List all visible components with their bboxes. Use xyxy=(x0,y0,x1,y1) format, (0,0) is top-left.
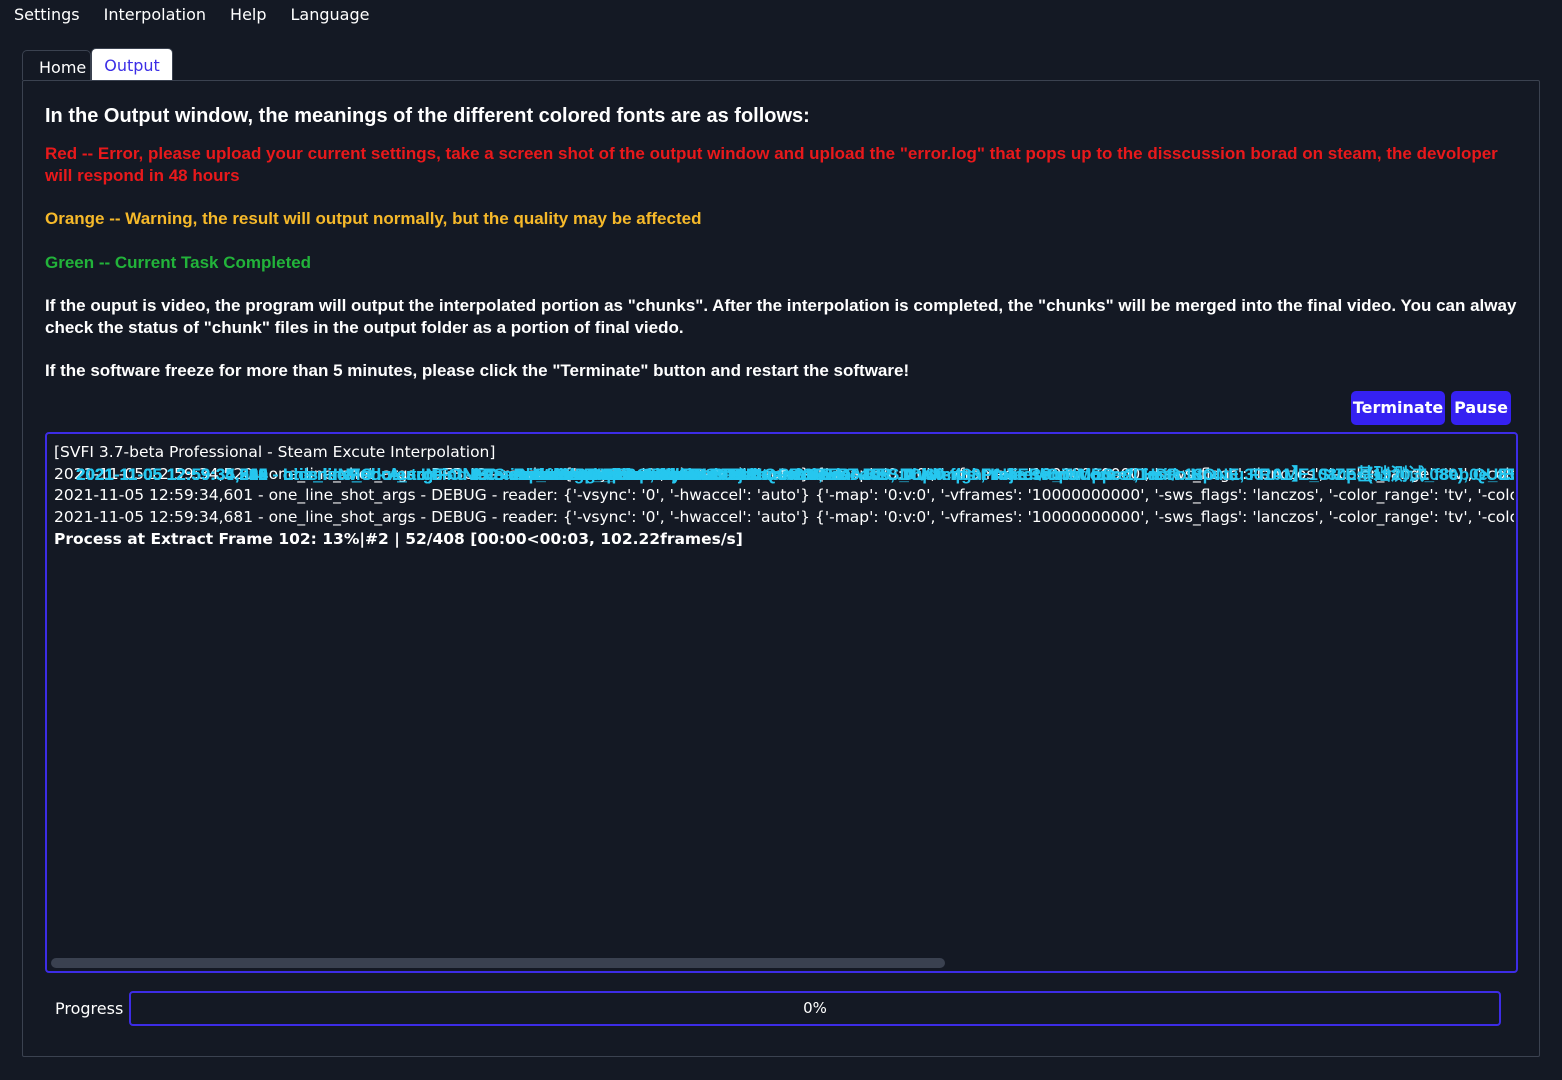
menu-help[interactable]: Help xyxy=(218,0,278,30)
menu-settings[interactable]: Settings xyxy=(0,0,92,30)
log-line: [SVFI 3.7-beta Professional - Steam Excu… xyxy=(54,443,496,461)
legend-red-error: Red -- Error, please upload your current… xyxy=(45,144,1498,185)
horizontal-scrollbar[interactable] xyxy=(51,958,945,968)
chunks-note: If the ouput is video, the program will … xyxy=(45,296,1517,337)
menu-bar: Settings Interpolation Help Language xyxy=(0,0,1562,30)
log-line: 2021-11-05 12:59:34,601 - one_line_shot_… xyxy=(54,486,1514,505)
legend-green-completed: Green -- Current Task Completed xyxy=(45,252,312,272)
color-legend-info: In the Output window, the meanings of th… xyxy=(45,103,1519,404)
pause-button[interactable]: Pause xyxy=(1451,391,1511,425)
legend-heading: In the Output window, the meanings of th… xyxy=(45,105,810,127)
legend-orange-warning: Orange -- Warning, the result will outpu… xyxy=(45,209,702,228)
log-line: Process at Extract Frame 102: 13%|#2 | 5… xyxy=(54,529,743,548)
progress-value: 0% xyxy=(803,999,827,1017)
tab-home[interactable]: Home xyxy=(22,50,92,80)
progress-label: Progress xyxy=(55,999,124,1018)
log-lines: [SVFI 3.7-beta Professional - Steam Excu… xyxy=(54,442,1514,551)
tab-output[interactable]: Output xyxy=(91,48,173,80)
menu-language[interactable]: Language xyxy=(279,0,382,30)
freeze-note: If the software freeze for more than 5 m… xyxy=(45,361,910,380)
output-panel: In the Output window, the meanings of th… xyxy=(22,80,1540,1057)
log-line: 2021-11-05 12:59:35,249 - one_line_shot_… xyxy=(76,465,1116,484)
terminate-button[interactable]: Terminate xyxy=(1351,391,1445,425)
output-log[interactable]: [SVFI 3.7-beta Professional - Steam Excu… xyxy=(45,432,1518,973)
menu-interpolation[interactable]: Interpolation xyxy=(92,0,218,30)
tab-bar: Home Output xyxy=(22,48,173,80)
log-line: 2021-11-05 12:59:34,681 - one_line_shot_… xyxy=(54,508,1514,527)
progress-bar: 0% xyxy=(129,991,1501,1026)
